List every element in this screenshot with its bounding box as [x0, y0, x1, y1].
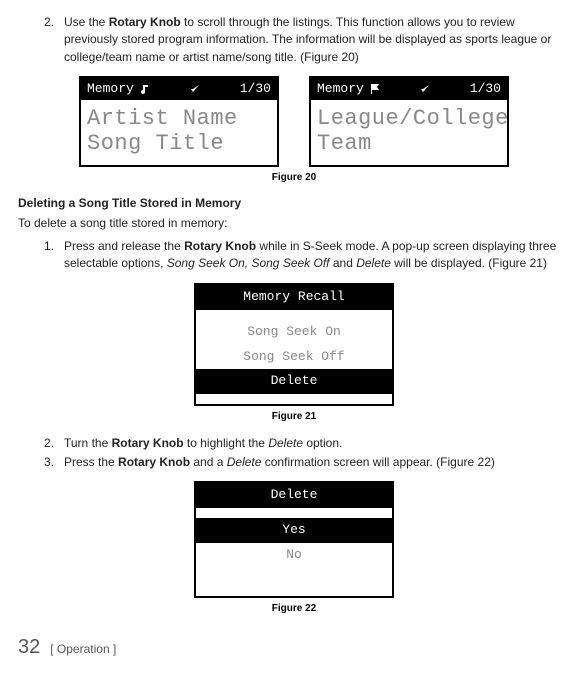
lcd-right-title: Memory [317, 80, 364, 99]
delete-yes-selected: Yes [196, 518, 392, 543]
recall-title: Memory Recall [196, 285, 392, 310]
delete-step-2-number: 2. [44, 435, 64, 452]
heading-deleting: Deleting a Song Title Stored in Memory [18, 195, 570, 212]
delete-step-3-body: Press the Rotary Knob and a Delete confi… [64, 454, 570, 471]
delete-step-2: 2. Turn the Rotary Knob to highlight the… [44, 435, 570, 452]
delete-title: Delete [196, 483, 392, 508]
delete-gap1 [196, 508, 392, 518]
step-2-text-a: Use the [64, 15, 109, 29]
ds1-a: Press and release the [64, 239, 184, 253]
recall-opt3-selected: Delete [196, 369, 392, 394]
ds3-b: Rotary Knob [118, 455, 190, 469]
ds1-b: Rotary Knob [184, 239, 256, 253]
recall-opt2: Song Seek Off [196, 345, 392, 370]
check-icon [420, 84, 430, 94]
recall-gap2 [196, 394, 392, 404]
lcd-left-count: 1/30 [240, 80, 271, 99]
check-icon [190, 84, 200, 94]
lcd-memory-league: Memory 1/30 League/College Team [309, 76, 509, 167]
lcd-header-left: Memory 1/30 [81, 78, 277, 100]
section-label: [ Operation ] [50, 641, 116, 658]
page-number: 32 [18, 633, 40, 662]
recall-gap1 [196, 310, 392, 320]
ds3-c: and a [190, 455, 227, 469]
ds3-e: confirmation screen will appear. (Figure… [261, 455, 494, 469]
ds2-c: to highlight the [184, 436, 269, 450]
ds3-d: Delete [227, 455, 262, 469]
ds2-b: Rotary Knob [112, 436, 184, 450]
ds1-f: Delete [356, 256, 391, 270]
lcd-right-line2: Team [317, 131, 501, 156]
page-footer: 32 [ Operation ] [18, 633, 570, 662]
lcd-left-line1: Artist Name [87, 106, 271, 131]
ds3-a: Press the [64, 455, 118, 469]
step-2: 2. Use the Rotary Knob to scroll through… [44, 14, 570, 66]
recall-opt1: Song Seek On [196, 320, 392, 345]
step-2-number: 2. [44, 14, 64, 66]
flag-icon [370, 84, 380, 94]
lcd-memory-recall: Memory Recall Song Seek On Song Seek Off… [194, 283, 394, 406]
ds2-d: Delete [268, 436, 303, 450]
step-2-body: Use the Rotary Knob to scroll through th… [64, 14, 570, 66]
lcd-right-count: 1/30 [470, 80, 501, 99]
delete-gap2 [196, 568, 392, 596]
ds1-e: and [330, 256, 357, 270]
delete-step-3-number: 3. [44, 454, 64, 471]
delete-no: No [196, 543, 392, 568]
lcd-header-right: Memory 1/30 [311, 78, 507, 100]
delete-step-1-number: 1. [44, 238, 64, 273]
ds1-d: Song Seek On, Song Seek Off [167, 256, 330, 270]
lcd-left-line2: Song Title [87, 131, 271, 156]
delete-step-2-body: Turn the Rotary Knob to highlight the De… [64, 435, 570, 452]
figure-21-caption: Figure 21 [18, 410, 570, 425]
lcd-delete-confirm: Delete Yes No [194, 481, 394, 598]
music-note-icon [140, 84, 150, 94]
ds1-g: will be displayed. (Figure 21) [391, 256, 547, 270]
step-2-rotary: Rotary Knob [109, 15, 181, 29]
delete-step-3: 3. Press the Rotary Knob and a Delete co… [44, 454, 570, 471]
figure-20-screens: Memory 1/30 Artist Name Song Title Memor… [18, 76, 570, 167]
delete-step-1: 1. Press and release the Rotary Knob whi… [44, 238, 570, 273]
delete-step-1-body: Press and release the Rotary Knob while … [64, 238, 570, 273]
lcd-right-line1: League/College [317, 106, 501, 131]
ds2-a: Turn the [64, 436, 112, 450]
ds2-e: option. [303, 436, 342, 450]
figure-22-caption: Figure 22 [18, 602, 570, 617]
intro-deleting: To delete a song title stored in memory: [18, 215, 570, 232]
figure-20-caption: Figure 20 [18, 171, 570, 186]
lcd-memory-artist: Memory 1/30 Artist Name Song Title [79, 76, 279, 167]
lcd-left-title: Memory [87, 80, 134, 99]
